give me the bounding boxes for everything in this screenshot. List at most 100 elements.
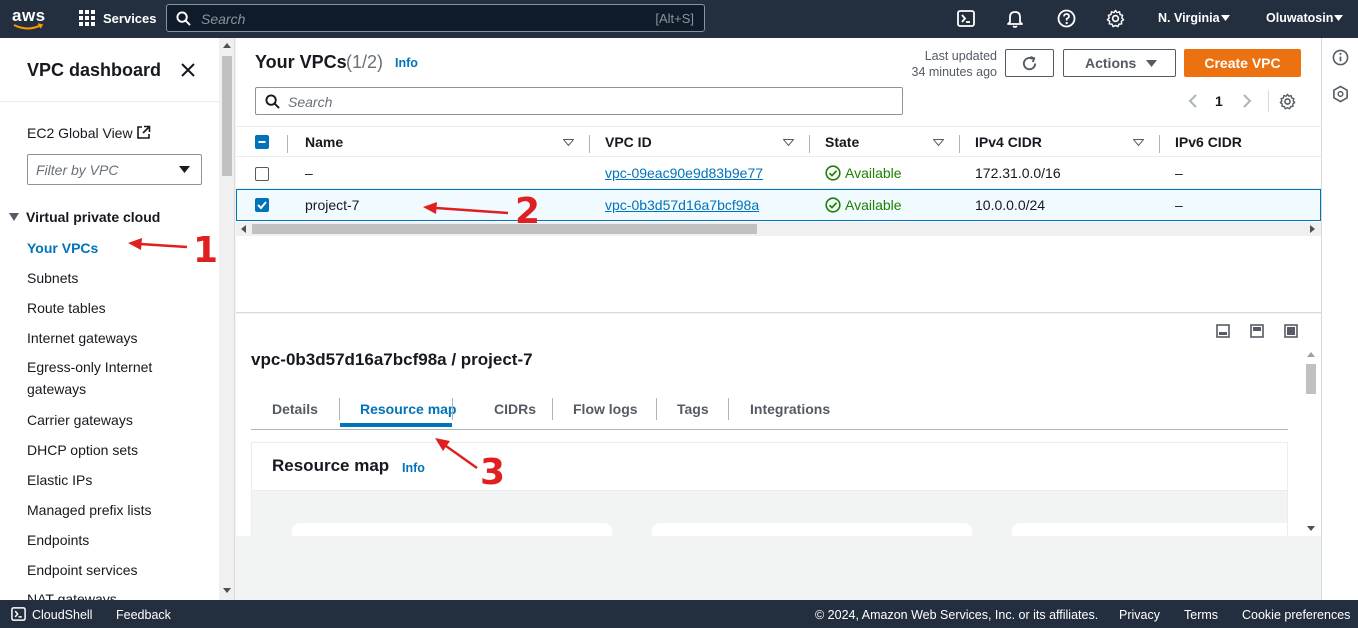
- tab-resource-map[interactable]: Resource map: [360, 401, 456, 417]
- scroll-right-arrow-icon[interactable]: [1310, 225, 1315, 233]
- account-menu[interactable]: Oluwatosin: [1266, 11, 1333, 25]
- annotation-number-2: 2: [515, 191, 541, 232]
- column-divider: [809, 135, 810, 153]
- terms-link[interactable]: Terms: [1184, 608, 1218, 622]
- region-selector[interactable]: N. Virginia: [1158, 11, 1220, 25]
- cell-ipv6-cidr: –: [1175, 197, 1183, 213]
- scroll-up-arrow-icon[interactable]: [223, 43, 231, 48]
- sidebar-item-managed-prefix-lists[interactable]: Managed prefix lists: [27, 502, 152, 518]
- row-checkbox[interactable]: [255, 167, 269, 181]
- horizontal-scrollbar-thumb[interactable]: [252, 224, 757, 234]
- scroll-left-arrow-icon[interactable]: [241, 225, 246, 233]
- refresh-button[interactable]: [1005, 49, 1054, 77]
- table-horizontal-scrollbar[interactable]: [236, 222, 1321, 236]
- row-checkbox-checked[interactable]: [255, 198, 269, 212]
- info-panel-icon[interactable]: [1332, 49, 1349, 66]
- sidebar-item-carrier-gateways[interactable]: Carrier gateways: [27, 412, 133, 428]
- section-virtual-private-cloud[interactable]: Virtual private cloud: [26, 209, 160, 225]
- sidebar-item-nat-gateways[interactable]: NAT gateways: [27, 591, 117, 600]
- tab-cidrs[interactable]: CIDRs: [494, 401, 536, 417]
- cell-vpc-id-link[interactable]: vpc-0b3d57d16a7bcf98a: [605, 197, 759, 213]
- right-tools-rail: [1321, 38, 1358, 600]
- cell-state: Available: [845, 165, 902, 181]
- sidebar-item-subnets[interactable]: Subnets: [27, 270, 78, 286]
- previous-page-icon[interactable]: [1188, 94, 1197, 108]
- next-page-icon[interactable]: [1243, 94, 1252, 108]
- refresh-icon: [1022, 56, 1037, 71]
- cell-ipv4-cidr: 172.31.0.0/16: [975, 165, 1061, 181]
- tab-tags[interactable]: Tags: [677, 401, 709, 417]
- scroll-up-arrow-icon[interactable]: [1307, 352, 1315, 357]
- global-search-input[interactable]: Search [Alt+S]: [166, 4, 705, 32]
- ec2-global-view-link[interactable]: EC2 Global View: [27, 125, 133, 141]
- sort-caret-icon[interactable]: [783, 139, 794, 146]
- sidebar-scrollbar[interactable]: [219, 38, 235, 600]
- sidebar-item-endpoints[interactable]: Endpoints: [27, 532, 89, 548]
- filter-by-vpc-select[interactable]: Filter by VPC: [27, 154, 202, 185]
- cell-vpc-id-link[interactable]: vpc-09eac90e9d83b9e77: [605, 165, 763, 181]
- cookie-preferences-link[interactable]: Cookie preferences: [1242, 608, 1350, 622]
- table-row[interactable]: – vpc-09eac90e9d83b9e77 Available 172.31…: [236, 157, 1321, 189]
- section-expand-icon[interactable]: [9, 213, 19, 221]
- copyright-text: © 2024, Amazon Web Services, Inc. or its…: [815, 608, 1099, 622]
- sidebar-item-elastic-ips[interactable]: Elastic IPs: [27, 472, 92, 488]
- sidebar-item-your-vpcs[interactable]: Your VPCs: [27, 240, 98, 256]
- feedback-link[interactable]: Feedback: [116, 608, 171, 622]
- info-link[interactable]: Info: [395, 56, 418, 70]
- column-header-vpc-id[interactable]: VPC ID: [605, 134, 652, 150]
- column-header-name[interactable]: Name: [305, 134, 343, 150]
- tab-divider: [452, 398, 453, 420]
- settings-gear-icon[interactable]: [1106, 9, 1125, 28]
- notifications-bell-icon[interactable]: [1006, 9, 1024, 28]
- table-search-input[interactable]: Search: [255, 87, 903, 115]
- cloudshell-link[interactable]: CloudShell: [32, 608, 92, 622]
- account-caret-down-icon: [1334, 15, 1343, 21]
- panel-full-position-icon[interactable]: [1284, 324, 1298, 338]
- resource-map-info-link[interactable]: Info: [402, 461, 425, 475]
- column-header-ipv4-cidr[interactable]: IPv4 CIDR: [975, 134, 1042, 150]
- sort-caret-icon[interactable]: [933, 139, 944, 146]
- tab-integrations[interactable]: Integrations: [750, 401, 830, 417]
- sidebar-item-internet-gateways[interactable]: Internet gateways: [27, 330, 138, 346]
- sidebar-title[interactable]: VPC dashboard: [27, 60, 161, 81]
- cloudshell-icon[interactable]: [957, 10, 975, 27]
- tab-divider: [728, 398, 729, 420]
- services-grid-icon[interactable]: [79, 10, 95, 26]
- sidebar-item-route-tables[interactable]: Route tables: [27, 300, 106, 316]
- side-navigation: VPC dashboard EC2 Global View Filter by …: [0, 38, 219, 600]
- current-page-number[interactable]: 1: [1215, 93, 1223, 109]
- help-icon[interactable]: [1057, 9, 1076, 28]
- scroll-down-arrow-icon[interactable]: [223, 588, 231, 593]
- preferences-gear-icon[interactable]: [1279, 93, 1296, 110]
- close-icon[interactable]: [181, 63, 195, 77]
- caret-down-icon: [1146, 60, 1157, 67]
- tab-flow-logs[interactable]: Flow logs: [573, 401, 638, 417]
- cell-ipv6-cidr: –: [1175, 165, 1183, 181]
- resources-hexagon-icon[interactable]: [1332, 85, 1349, 103]
- column-header-ipv6-cidr[interactable]: IPv6 CIDR: [1175, 134, 1242, 150]
- column-header-state[interactable]: State: [825, 134, 859, 150]
- sort-caret-icon[interactable]: [563, 139, 574, 146]
- scroll-down-arrow-icon[interactable]: [1307, 526, 1315, 531]
- services-menu[interactable]: Services: [103, 11, 157, 26]
- table-row-selected[interactable]: project-7 vpc-0b3d57d16a7bcf98a Availabl…: [236, 189, 1321, 221]
- aws-logo[interactable]: aws: [12, 6, 46, 31]
- create-vpc-button[interactable]: Create VPC: [1184, 49, 1301, 77]
- detail-scrollbar-thumb[interactable]: [1306, 364, 1316, 394]
- sidebar-scrollbar-thumb[interactable]: [222, 56, 232, 176]
- status-available-icon: [825, 197, 841, 213]
- select-all-checkbox[interactable]: [255, 135, 269, 149]
- detail-scrollbar[interactable]: [1304, 348, 1318, 536]
- tab-details[interactable]: Details: [272, 401, 318, 417]
- panel-side-position-icon[interactable]: [1250, 324, 1264, 338]
- region-caret-down-icon: [1221, 15, 1230, 21]
- cloudshell-icon[interactable]: [11, 607, 26, 621]
- privacy-link[interactable]: Privacy: [1119, 608, 1160, 622]
- sidebar-item-dhcp-option-sets[interactable]: DHCP option sets: [27, 442, 138, 458]
- panel-bottom-position-icon[interactable]: [1216, 324, 1230, 338]
- table-search-placeholder: Search: [288, 94, 333, 110]
- sidebar-item-endpoint-services[interactable]: Endpoint services: [27, 562, 138, 578]
- sidebar-item-egress-only-internet-gateways[interactable]: Egress-only Internet gateways: [27, 356, 177, 400]
- actions-dropdown-button[interactable]: Actions: [1063, 49, 1176, 77]
- sort-caret-icon[interactable]: [1133, 139, 1144, 146]
